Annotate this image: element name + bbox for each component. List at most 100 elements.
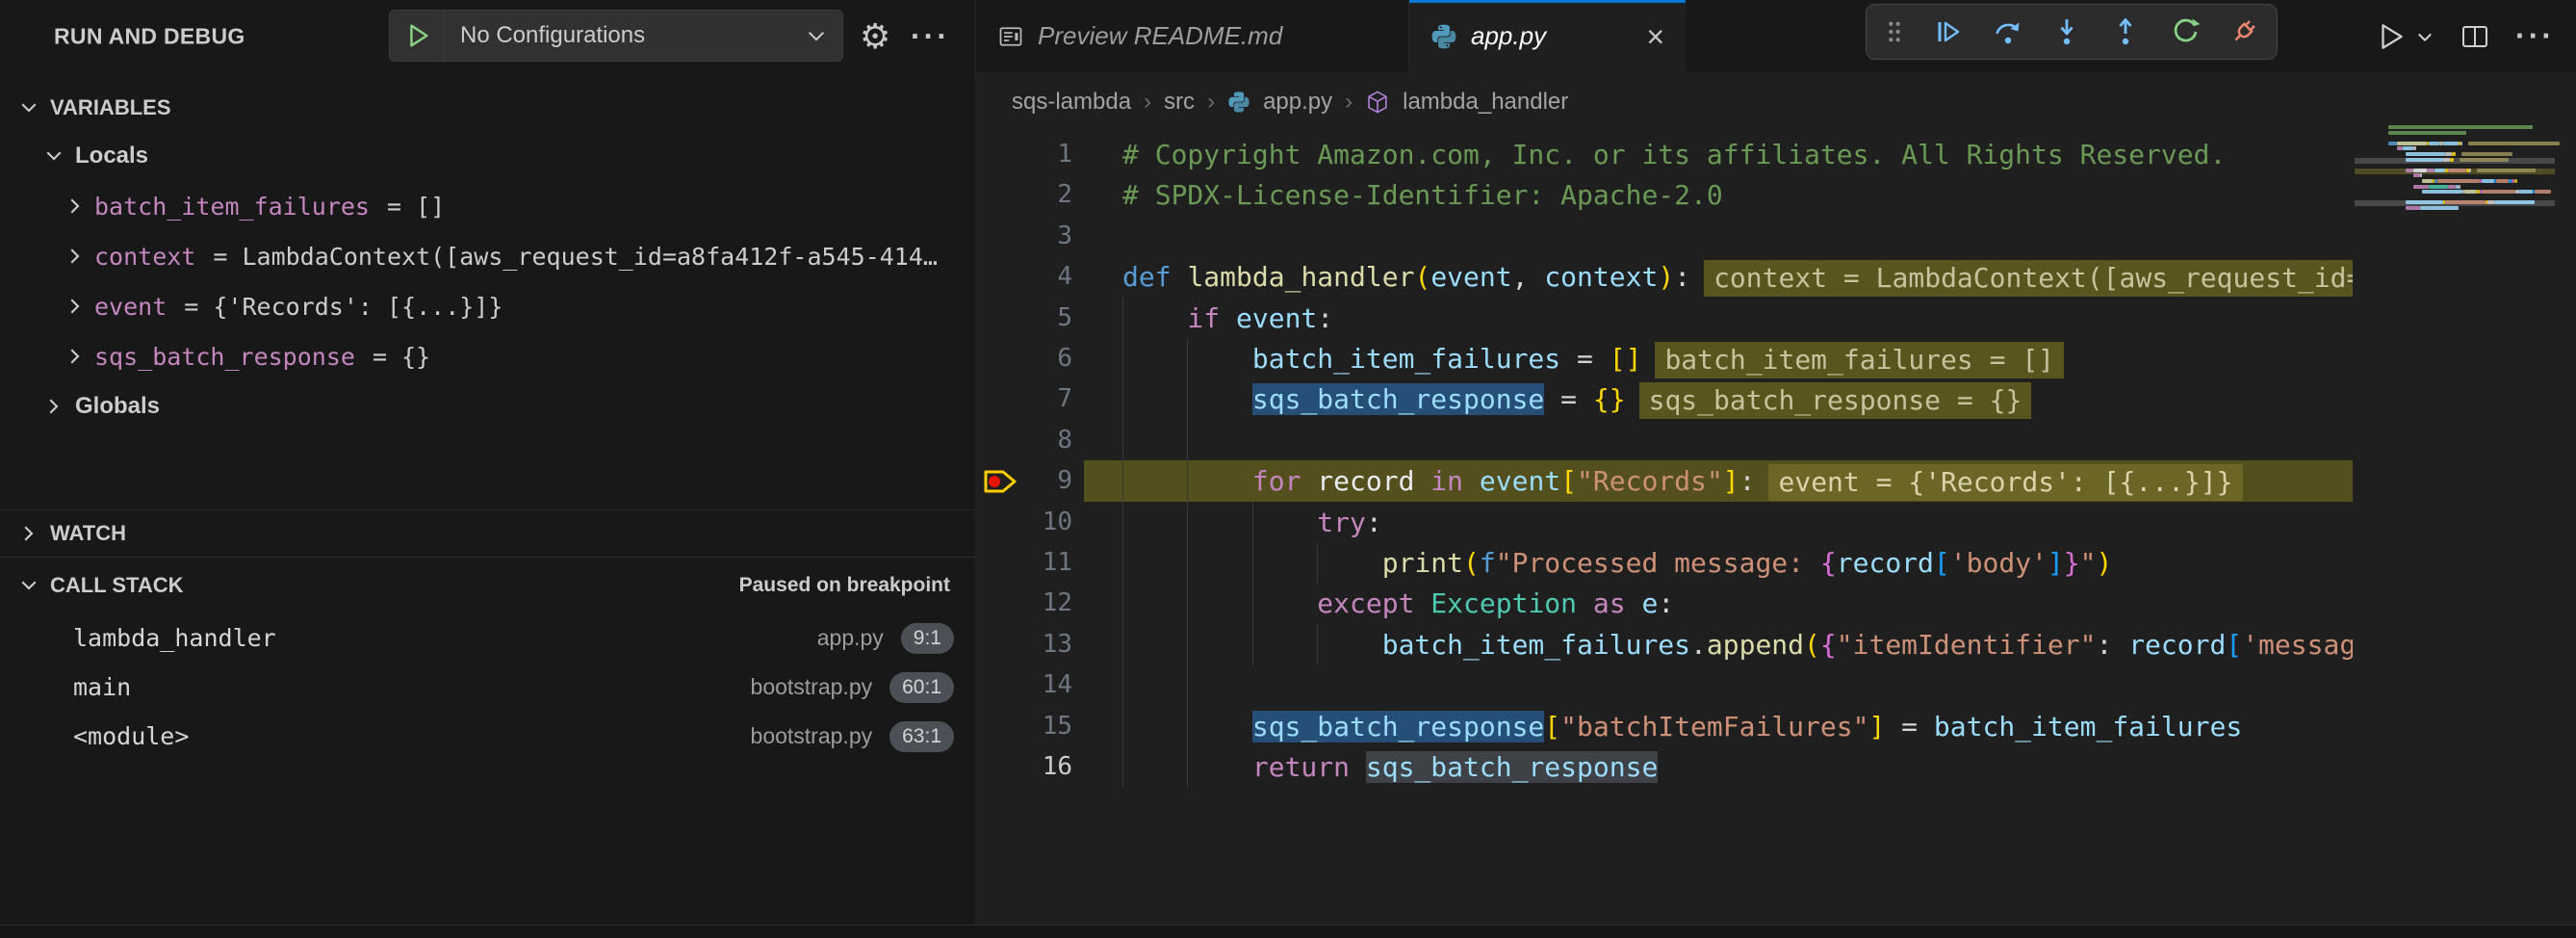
code-line-7[interactable]: 7sqs_batch_response = {}sqs_batch_respon… [976,378,2353,420]
gear-icon[interactable]: ⚙ [860,16,890,57]
code-line-1[interactable]: 1# Copyright Amazon.com, Inc. or its aff… [976,134,2353,175]
code-line-16[interactable]: 16return sqs_batch_response [976,746,2353,788]
run-python-file-button[interactable] [2375,20,2434,53]
breadcrumb-item-symbol[interactable]: lambda_handler [1403,89,1568,116]
code-editor[interactable]: 1# Copyright Amazon.com, Inc. or its aff… [976,132,2353,925]
variables-section-header[interactable]: VARIABLES [0,85,975,131]
line-number[interactable]: 6 [976,338,1072,379]
minimap-line [2413,146,2415,150]
code-token: [ [1560,465,1577,497]
minimap-line [2450,158,2454,162]
step-out-icon[interactable] [2110,16,2141,47]
variable-row[interactable]: event= {'Records': [{...}]} [0,281,975,331]
code-line-15[interactable]: 15sqs_batch_response["batchItemFailures"… [976,706,2353,747]
line-number[interactable]: 13 [976,624,1072,665]
variable-row[interactable]: context= LambdaContext([aws_request_id=a… [0,231,975,281]
line-number[interactable]: 11 [976,542,1072,584]
code-token: lambda_handler [1187,261,1414,293]
line-number[interactable]: 2 [976,174,1072,216]
stack-frame[interactable]: <module>bootstrap.py63:1 [0,712,975,761]
more-actions-icon[interactable]: ··· [911,18,950,54]
code-line-10[interactable]: 10try: [976,502,2353,543]
code-token: "Processed message: [1496,547,1820,579]
restart-icon[interactable] [2170,16,2201,47]
code-token: 'message [2242,629,2353,661]
code-line-14[interactable]: 14 [976,664,2353,706]
stack-frame[interactable]: lambda_handlerapp.py9:1 [0,613,975,663]
tab-preview-readme[interactable]: Preview README.md [976,0,1409,72]
breadcrumb-item-file[interactable]: app.py [1263,89,1332,116]
code-line-5[interactable]: 5if event: [976,298,2353,339]
variable-row[interactable]: batch_item_failures= [] [0,181,975,231]
callstack-section-header[interactable]: CALL STACK Paused on breakpoint [0,557,975,612]
code-token: "Records" [1577,465,1723,497]
line-number[interactable]: 9 [976,460,1072,502]
close-icon[interactable]: × [1646,21,1664,52]
chevron-down-icon [804,23,829,48]
line-number[interactable]: 10 [976,502,1072,543]
code-line-9[interactable]: 9for record in event["Records"]:event = … [976,460,2353,502]
code-token: [ [2226,629,2242,661]
more-actions-icon[interactable]: ··· [2515,18,2555,54]
code-token: in [1414,465,1479,497]
line-number[interactable]: 12 [976,583,1072,624]
code-token: [ [1934,547,1950,579]
line-number[interactable]: 7 [976,378,1072,420]
scope-row-locals[interactable]: Locals [0,131,975,181]
minimap-line [2482,179,2494,183]
drag-handle-icon[interactable] [1884,16,1905,47]
editor-tab-bar: Preview README.md app.py × [976,0,2576,72]
line-number[interactable]: 5 [976,298,1072,339]
symbol-method-icon [1365,90,1390,115]
scope-row-globals[interactable]: Globals [0,381,975,431]
minimap-line [2397,146,2404,150]
disconnect-icon[interactable] [2228,16,2259,47]
code-token: ) [1658,261,1674,293]
variable-row[interactable]: sqs_batch_response= {} [0,331,975,381]
sidebar-header: RUN AND DEBUG No Configurations ⚙ ··· [0,0,975,72]
line-number[interactable]: 4 [976,256,1072,298]
editor-actions: ··· [2375,0,2555,72]
split-editor-icon[interactable] [2460,21,2490,52]
start-debugging-icon[interactable] [403,21,432,50]
minimap-line [2429,185,2448,189]
minimap-line [2397,142,2427,145]
stack-frame[interactable]: mainbootstrap.py60:1 [0,663,975,712]
code-line-4[interactable]: 4def lambda_handler(event, context):cont… [976,256,2353,298]
minimap-line [2429,142,2439,145]
minimap[interactable] [2353,116,2576,520]
code-token: batch_item_failures [1934,711,2242,743]
line-number[interactable]: 14 [976,664,1072,706]
breadcrumb-item-folder[interactable]: sqs-lambda [1012,89,1131,116]
variable-value: = [] [387,193,445,221]
breadcrumb-item-folder[interactable]: src [1164,89,1195,116]
code-line-13[interactable]: 13batch_item_failures.append({"itemIdent… [976,624,2353,665]
line-number[interactable]: 8 [976,420,1072,461]
minimap-line [2496,179,2509,183]
line-number[interactable]: 15 [976,706,1072,747]
chevron-right-icon [64,195,87,218]
code-token: [] [1610,343,1642,375]
code-line-12[interactable]: 12except Exception as e: [976,583,2353,624]
line-number[interactable]: 16 [976,746,1072,788]
code-token: "batchItemFailures" [1560,711,1868,743]
code-token: { [1820,629,1837,661]
code-line-11[interactable]: 11print(f"Processed message: {record['bo… [976,542,2353,584]
code-line-6[interactable]: 6batch_item_failures = []batch_item_fail… [976,338,2353,379]
debug-config-dropdown[interactable]: No Configurations [389,10,843,62]
code-line-3[interactable]: 3 [976,216,2353,257]
code-token: event [1480,465,1560,497]
tab-app-py[interactable]: app.py × [1409,0,1686,72]
step-over-icon[interactable] [1993,16,2023,47]
line-number[interactable]: 1 [976,134,1072,175]
line-number[interactable]: 3 [976,216,1072,257]
code-line-8[interactable]: 8 [976,420,2353,461]
code-line-2[interactable]: 2# SPDX-License-Identifier: Apache-2.0 [976,174,2353,216]
step-into-icon[interactable] [2051,16,2082,47]
continue-icon[interactable] [1933,16,1964,47]
code-token: } [2064,547,2080,579]
variables-tree: Localsbatch_item_failures= []context= La… [0,131,975,431]
chevron-down-icon [42,144,65,168]
code-token: ( [1804,629,1820,661]
watch-section-header[interactable]: WATCH [0,509,975,557]
